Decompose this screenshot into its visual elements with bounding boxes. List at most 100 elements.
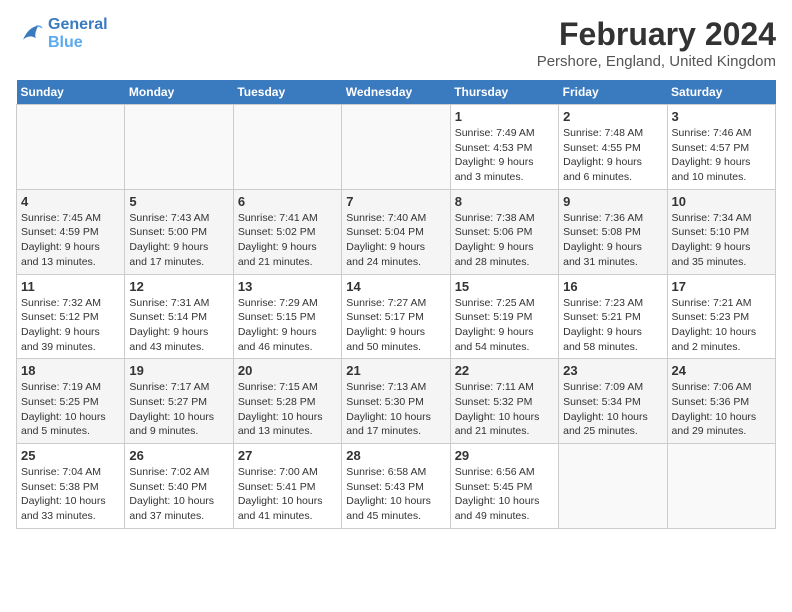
day-number: 4: [21, 194, 120, 209]
day-number: 21: [346, 363, 445, 378]
day-info: Sunrise: 7:19 AM Sunset: 5:25 PM Dayligh…: [21, 380, 120, 439]
day-info: Sunrise: 6:58 AM Sunset: 5:43 PM Dayligh…: [346, 465, 445, 524]
location: Pershore, England, United Kingdom: [537, 53, 776, 70]
day-number: 18: [21, 363, 120, 378]
day-info: Sunrise: 7:04 AM Sunset: 5:38 PM Dayligh…: [21, 465, 120, 524]
calendar-cell: 25 Sunrise: 7:04 AM Sunset: 5:38 PM Dayli…: [17, 444, 125, 529]
calendar-cell: 23 Sunrise: 7:09 AM Sunset: 5:34 PM Dayli…: [559, 359, 667, 444]
day-number: 24: [672, 363, 771, 378]
day-number: 23: [563, 363, 662, 378]
day-info: Sunrise: 7:25 AM Sunset: 5:19 PM Dayligh…: [455, 296, 554, 355]
day-info: Sunrise: 7:13 AM Sunset: 5:30 PM Dayligh…: [346, 380, 445, 439]
calendar-cell: 29Sunrise: 6:56 AM Sunset: 5:45 PM Dayli…: [450, 444, 558, 529]
calendar-cell: 6 Sunrise: 7:41 AM Sunset: 5:02 PM Daylig…: [233, 189, 341, 274]
day-info: Sunrise: 7:11 AM Sunset: 5:32 PM Dayligh…: [455, 380, 554, 439]
logo-text: General Blue: [48, 16, 108, 52]
day-info: Sunrise: 7:23 AM Sunset: 5:21 PM Dayligh…: [563, 296, 662, 355]
day-number: 22: [455, 363, 554, 378]
calendar-cell: [342, 105, 450, 190]
day-info: Sunrise: 7:38 AM Sunset: 5:06 PM Dayligh…: [455, 211, 554, 270]
title-block: February 2024 Pershore, England, United …: [537, 16, 776, 70]
day-number: 14: [346, 279, 445, 294]
calendar-cell: 15 Sunrise: 7:25 AM Sunset: 5:19 PM Dayli…: [450, 274, 558, 359]
day-number: 12: [129, 279, 228, 294]
calendar-cell: 1Sunrise: 7:49 AM Sunset: 4:53 PM Daylig…: [450, 105, 558, 190]
day-number: 15: [455, 279, 554, 294]
calendar-cell: 19Sunrise: 7:17 AM Sunset: 5:27 PM Dayli…: [125, 359, 233, 444]
calendar-cell: 28 Sunrise: 6:58 AM Sunset: 5:43 PM Dayli…: [342, 444, 450, 529]
day-info: Sunrise: 7:02 AM Sunset: 5:40 PM Dayligh…: [129, 465, 228, 524]
day-info: Sunrise: 7:09 AM Sunset: 5:34 PM Dayligh…: [563, 380, 662, 439]
day-number: 8: [455, 194, 554, 209]
day-info: Sunrise: 7:29 AM Sunset: 5:15 PM Dayligh…: [238, 296, 337, 355]
day-info: Sunrise: 7:27 AM Sunset: 5:17 PM Dayligh…: [346, 296, 445, 355]
calendar-cell: 24 Sunrise: 7:06 AM Sunset: 5:36 PM Dayli…: [667, 359, 775, 444]
calendar-cell: 5 Sunrise: 7:43 AM Sunset: 5:00 PM Daylig…: [125, 189, 233, 274]
week-row-1: 1Sunrise: 7:49 AM Sunset: 4:53 PM Daylig…: [17, 105, 776, 190]
day-info: Sunrise: 7:36 AM Sunset: 5:08 PM Dayligh…: [563, 211, 662, 270]
day-number: 20: [238, 363, 337, 378]
day-number: 3: [672, 109, 771, 124]
logo-icon: [16, 20, 44, 48]
day-info: Sunrise: 7:00 AM Sunset: 5:41 PM Dayligh…: [238, 465, 337, 524]
calendar-cell: 8 Sunrise: 7:38 AM Sunset: 5:06 PM Daylig…: [450, 189, 558, 274]
week-row-5: 25 Sunrise: 7:04 AM Sunset: 5:38 PM Dayli…: [17, 444, 776, 529]
weekday-header-sunday: Sunday: [17, 80, 125, 105]
calendar-cell: 22 Sunrise: 7:11 AM Sunset: 5:32 PM Dayli…: [450, 359, 558, 444]
day-number: 13: [238, 279, 337, 294]
weekday-header-saturday: Saturday: [667, 80, 775, 105]
calendar-cell: 11 Sunrise: 7:32 AM Sunset: 5:12 PM Dayli…: [17, 274, 125, 359]
calendar-cell: [125, 105, 233, 190]
weekday-header-wednesday: Wednesday: [342, 80, 450, 105]
page-header: General Blue February 2024 Pershore, Eng…: [16, 16, 776, 70]
day-info: Sunrise: 7:17 AM Sunset: 5:27 PM Dayligh…: [129, 380, 228, 439]
calendar-cell: 20 Sunrise: 7:15 AM Sunset: 5:28 PM Dayli…: [233, 359, 341, 444]
calendar-cell: 14 Sunrise: 7:27 AM Sunset: 5:17 PM Dayli…: [342, 274, 450, 359]
calendar-cell: 7 Sunrise: 7:40 AM Sunset: 5:04 PM Daylig…: [342, 189, 450, 274]
month-title: February 2024: [537, 16, 776, 53]
day-number: 27: [238, 448, 337, 463]
calendar-cell: 18 Sunrise: 7:19 AM Sunset: 5:25 PM Dayli…: [17, 359, 125, 444]
calendar-cell: 13 Sunrise: 7:29 AM Sunset: 5:15 PM Dayli…: [233, 274, 341, 359]
day-number: 7: [346, 194, 445, 209]
day-number: 9: [563, 194, 662, 209]
day-info: Sunrise: 7:40 AM Sunset: 5:04 PM Dayligh…: [346, 211, 445, 270]
weekday-header-tuesday: Tuesday: [233, 80, 341, 105]
calendar-cell: [559, 444, 667, 529]
weekday-header-thursday: Thursday: [450, 80, 558, 105]
calendar-cell: 21 Sunrise: 7:13 AM Sunset: 5:30 PM Dayli…: [342, 359, 450, 444]
day-number: 16: [563, 279, 662, 294]
day-number: 29: [455, 448, 554, 463]
day-info: Sunrise: 7:48 AM Sunset: 4:55 PM Dayligh…: [563, 126, 662, 185]
day-info: Sunrise: 7:15 AM Sunset: 5:28 PM Dayligh…: [238, 380, 337, 439]
calendar-cell: 3 Sunrise: 7:46 AM Sunset: 4:57 PM Daylig…: [667, 105, 775, 190]
day-number: 5: [129, 194, 228, 209]
day-number: 25: [21, 448, 120, 463]
calendar-cell: 27 Sunrise: 7:00 AM Sunset: 5:41 PM Dayli…: [233, 444, 341, 529]
weekday-header-row: SundayMondayTuesdayWednesdayThursdayFrid…: [17, 80, 776, 105]
day-info: Sunrise: 7:06 AM Sunset: 5:36 PM Dayligh…: [672, 380, 771, 439]
calendar-cell: 10 Sunrise: 7:34 AM Sunset: 5:10 PM Dayli…: [667, 189, 775, 274]
day-number: 28: [346, 448, 445, 463]
day-info: Sunrise: 7:46 AM Sunset: 4:57 PM Dayligh…: [672, 126, 771, 185]
day-info: Sunrise: 7:21 AM Sunset: 5:23 PM Dayligh…: [672, 296, 771, 355]
week-row-4: 18 Sunrise: 7:19 AM Sunset: 5:25 PM Dayli…: [17, 359, 776, 444]
day-number: 11: [21, 279, 120, 294]
calendar-cell: 12Sunrise: 7:31 AM Sunset: 5:14 PM Dayli…: [125, 274, 233, 359]
day-info: Sunrise: 7:32 AM Sunset: 5:12 PM Dayligh…: [21, 296, 120, 355]
week-row-3: 11 Sunrise: 7:32 AM Sunset: 5:12 PM Dayli…: [17, 274, 776, 359]
day-info: Sunrise: 7:45 AM Sunset: 4:59 PM Dayligh…: [21, 211, 120, 270]
week-row-2: 4 Sunrise: 7:45 AM Sunset: 4:59 PM Daylig…: [17, 189, 776, 274]
calendar-cell: 9 Sunrise: 7:36 AM Sunset: 5:08 PM Daylig…: [559, 189, 667, 274]
weekday-header-monday: Monday: [125, 80, 233, 105]
calendar-cell: 16 Sunrise: 7:23 AM Sunset: 5:21 PM Dayli…: [559, 274, 667, 359]
calendar-cell: 4 Sunrise: 7:45 AM Sunset: 4:59 PM Daylig…: [17, 189, 125, 274]
day-info: Sunrise: 7:41 AM Sunset: 5:02 PM Dayligh…: [238, 211, 337, 270]
day-number: 1: [455, 109, 554, 124]
day-info: Sunrise: 7:43 AM Sunset: 5:00 PM Dayligh…: [129, 211, 228, 270]
logo: General Blue: [16, 16, 108, 52]
day-info: Sunrise: 7:34 AM Sunset: 5:10 PM Dayligh…: [672, 211, 771, 270]
calendar-cell: 2Sunrise: 7:48 AM Sunset: 4:55 PM Daylig…: [559, 105, 667, 190]
day-number: 6: [238, 194, 337, 209]
day-number: 10: [672, 194, 771, 209]
